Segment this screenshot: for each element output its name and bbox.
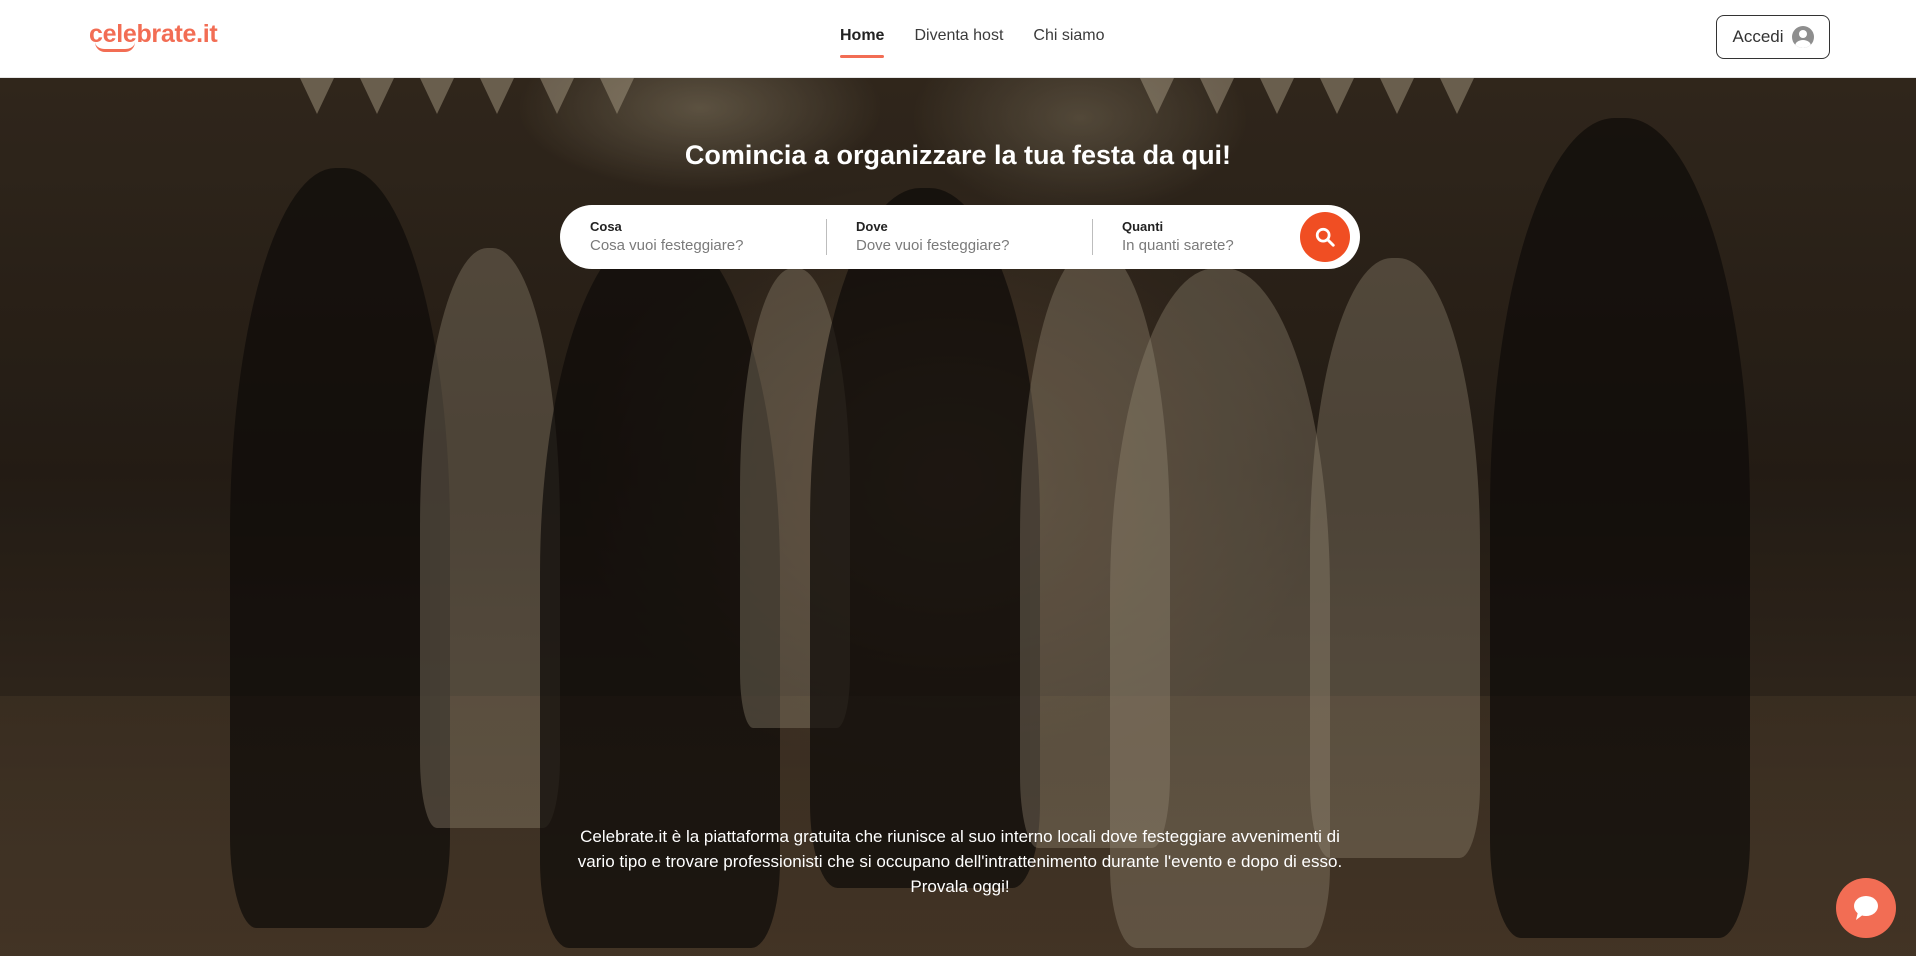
nav-item-diventa-host[interactable]: Diventa host: [914, 0, 1003, 78]
nav-item-chi-siamo[interactable]: Chi siamo: [1033, 0, 1104, 78]
hero-title: Comincia a organizzare la tua festa da q…: [684, 140, 1232, 170]
chat-bubble-icon: [1854, 896, 1878, 920]
chat-button[interactable]: [1836, 878, 1896, 938]
hero-description: Celebrate.it è la piattaforma gratuita c…: [577, 827, 1343, 896]
search-field-dove[interactable]: Dove: [826, 205, 1092, 269]
search-icon: [1315, 227, 1335, 247]
cosa-input[interactable]: [590, 237, 800, 254]
site-header: celebrate.it Home Diventa host Chi siamo…: [0, 0, 1916, 78]
nav-item-home[interactable]: Home: [840, 0, 885, 78]
logo-smile-mark: [95, 42, 135, 52]
login-label: Accedi: [1732, 27, 1784, 46]
search-bar: Cosa Dove Quanti: [560, 205, 1360, 269]
dove-input[interactable]: [856, 237, 1066, 254]
search-field-cosa[interactable]: Cosa: [560, 205, 826, 269]
search-button[interactable]: [1300, 212, 1350, 262]
search-field-label: Cosa: [590, 219, 622, 234]
search-field-label: Dove: [856, 219, 888, 234]
login-button[interactable]: Accedi: [1716, 15, 1830, 59]
main-nav: Home Diventa host Chi siamo: [840, 0, 1105, 78]
user-circle-icon: [1791, 26, 1814, 48]
hero-section: Comincia a organizzare la tua festa da q…: [0, 78, 1916, 956]
